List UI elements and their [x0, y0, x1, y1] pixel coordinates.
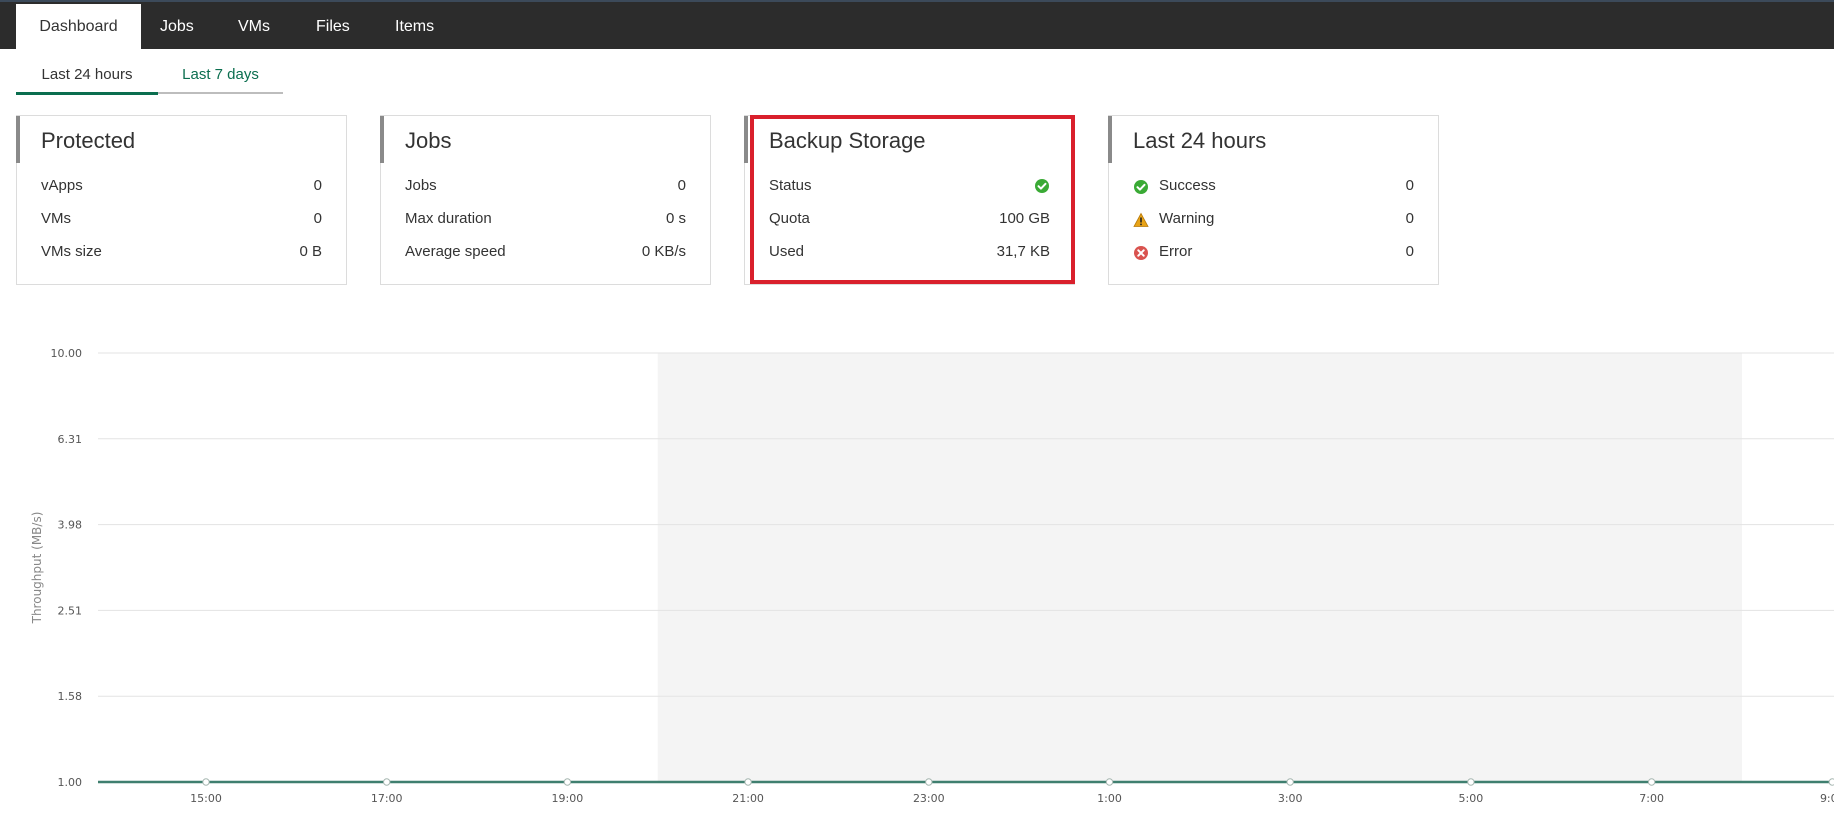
stat-value: 0 KB/s — [641, 243, 686, 260]
data-point — [925, 778, 933, 786]
stat-row-error: Error 0 — [1133, 243, 1414, 265]
throughput-chart: 10.00 6.31 3.98 2.51 1.58 1.00 Throughput (MB/… — [0, 330, 1834, 835]
card-title: Jobs — [405, 128, 452, 153]
card-accent-bar — [16, 116, 20, 163]
tab-dashboard[interactable]: Dashboard — [16, 4, 141, 51]
success-check-icon — [1034, 178, 1050, 194]
y-tick-label: 2.51 — [58, 604, 83, 617]
stat-row-vapps: vApps 0 — [41, 177, 322, 199]
stat-label: Average speed — [405, 243, 506, 260]
jobs-card: Jobs Jobs 0 Max duration 0 s Average spe… — [380, 115, 711, 285]
warning-icon — [1133, 212, 1149, 228]
data-point — [1286, 778, 1294, 786]
stat-label: vApps — [41, 177, 83, 194]
stat-value: 0 s — [665, 210, 686, 227]
protected-card: Protected vApps 0 VMs 0 VMs size 0 B — [16, 115, 347, 285]
data-point — [744, 778, 752, 786]
data-point — [1828, 778, 1834, 786]
y-tick-label: 10.00 — [51, 347, 83, 360]
card-accent-bar — [380, 116, 384, 163]
y-tick-label: 6.31 — [58, 433, 83, 446]
data-point — [563, 778, 572, 786]
stat-label: Error — [1159, 243, 1193, 260]
x-tick-label: 21:00 — [732, 792, 764, 805]
card-accent-bar — [1108, 116, 1112, 163]
data-point — [1647, 778, 1656, 786]
stat-row-max-duration: Max duration 0 s — [405, 210, 686, 232]
x-tick-label: 1:00 — [1097, 792, 1122, 805]
data-point — [1467, 778, 1475, 786]
backup-storage-card: Backup Storage Status Quota 100 GB Used … — [744, 115, 1075, 285]
stat-value: 100 GB — [999, 210, 1050, 227]
tab-jobs[interactable]: Jobs — [160, 4, 194, 51]
tab-last-7-days[interactable]: Last 7 days — [158, 60, 283, 94]
stat-label: Status — [769, 177, 812, 194]
stat-row-average-speed: Average speed 0 KB/s — [405, 243, 686, 265]
y-tick-label: 3.98 — [58, 519, 83, 532]
error-x-icon — [1133, 245, 1149, 261]
stat-label: Warning — [1159, 210, 1215, 227]
tab-last-24-hours[interactable]: Last 24 hours — [16, 60, 158, 95]
period-tabs: Last 24 hours Last 7 days — [16, 60, 283, 95]
stat-value: 0 B — [299, 243, 322, 260]
stat-row-quota: Quota 100 GB — [769, 210, 1050, 232]
x-tick-label: 5:00 — [1459, 792, 1484, 805]
stat-row-success: Success 0 — [1133, 177, 1414, 199]
tab-files[interactable]: Files — [316, 4, 350, 51]
tab-items[interactable]: Items — [395, 4, 434, 51]
stat-value: 0 — [313, 177, 322, 194]
card-title: Protected — [41, 128, 136, 153]
data-point — [383, 778, 391, 786]
success-check-icon — [1133, 179, 1149, 195]
x-tick-label: 23:00 — [913, 792, 945, 805]
stat-label: Jobs — [405, 177, 437, 194]
data-point — [1105, 778, 1114, 786]
stat-row-jobs: Jobs 0 — [405, 177, 686, 199]
card-accent-bar — [744, 116, 748, 163]
x-tick-label: 9:00 — [1820, 792, 1834, 805]
x-tick-label: 3:00 — [1278, 792, 1303, 805]
last-24-hours-card: Last 24 hours Success 0 Warning 0 Error … — [1108, 115, 1439, 285]
stat-row-vms-size: VMs size 0 B — [41, 243, 322, 265]
stat-value: 31,7 KB — [996, 243, 1050, 260]
y-tick-label: 1.00 — [58, 776, 83, 789]
throughput-chart-svg: 10.00 6.31 3.98 2.51 1.58 1.00 Throughput (MB/… — [30, 347, 1834, 805]
stat-row-used: Used 31,7 KB — [769, 243, 1050, 265]
stat-label: Max duration — [405, 210, 492, 227]
card-title: Last 24 hours — [1133, 128, 1267, 153]
stat-label: Success — [1159, 177, 1216, 194]
stat-value: 0 — [1405, 210, 1414, 227]
stat-label: VMs — [41, 210, 71, 227]
x-tick-label: 19:00 — [552, 792, 584, 805]
tab-vms[interactable]: VMs — [238, 4, 270, 51]
x-tick-label: 15:00 — [190, 792, 222, 805]
stat-value: 0 — [1405, 243, 1414, 260]
stat-label: VMs size — [41, 243, 102, 260]
stat-row-vms: VMs 0 — [41, 210, 322, 232]
stat-row-warning: Warning 0 — [1133, 210, 1414, 232]
top-navigation-bar: Dashboard Jobs VMs Files Items — [0, 0, 1834, 51]
y-tick-label: 1.58 — [58, 690, 83, 703]
stat-label: Used — [769, 243, 805, 260]
stat-label: Quota — [769, 210, 810, 227]
x-tick-label: 7:00 — [1639, 792, 1664, 805]
x-tick-label: 17:00 — [371, 792, 403, 805]
card-title: Backup Storage — [769, 128, 926, 153]
stat-value: 0 — [1405, 177, 1414, 194]
stat-row-status: Status — [769, 177, 1050, 199]
stat-value: 0 — [313, 210, 322, 227]
stat-value: 0 — [677, 177, 686, 194]
night-shaded-band — [657, 353, 1742, 782]
y-axis-title: Throughput (MB/s) — [30, 512, 44, 625]
data-point — [202, 778, 210, 786]
